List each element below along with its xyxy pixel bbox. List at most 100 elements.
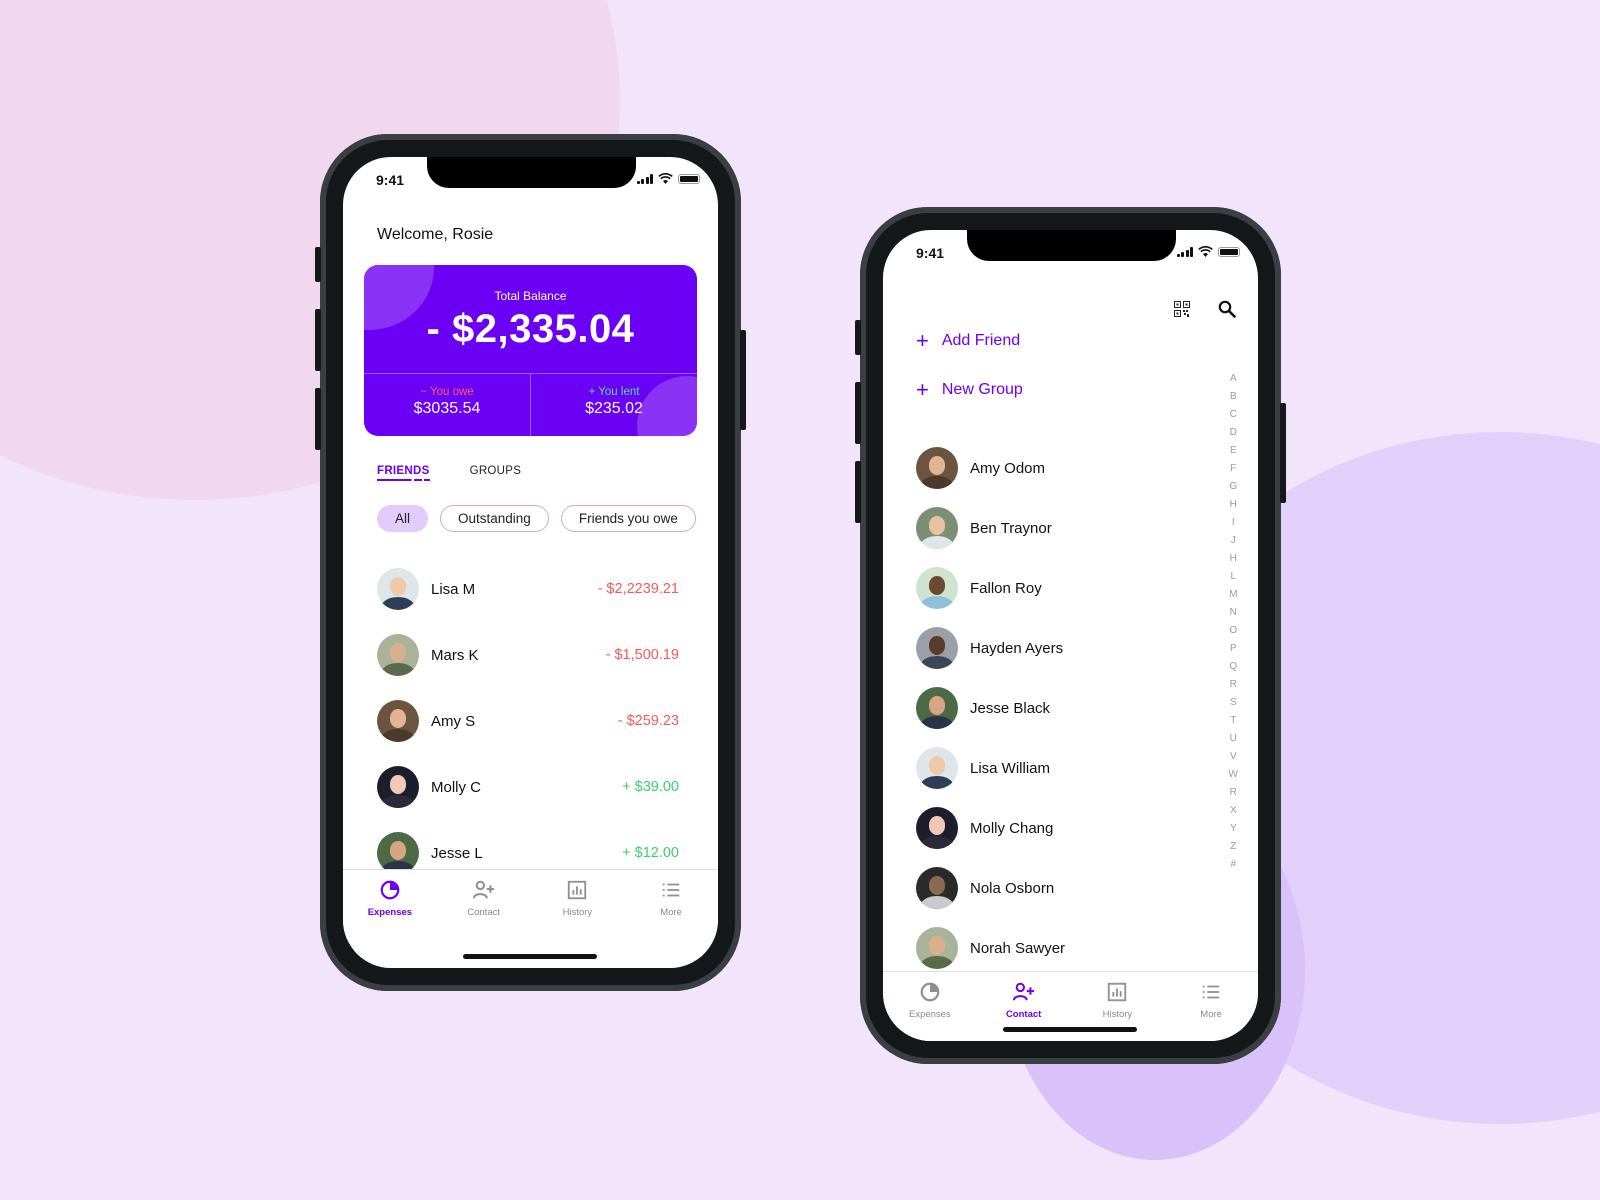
pie-chart-icon: [378, 879, 402, 907]
contact-list: Amy Odom Ben Traynor Fallon Roy Hayden A…: [916, 438, 1065, 978]
you-owe-section[interactable]: − You owe $3035.54: [364, 374, 530, 436]
phone-volume-up: [315, 309, 321, 371]
contact-row[interactable]: Nola Osborn: [916, 858, 1065, 918]
friend-balance: + $39.00: [622, 779, 679, 795]
alphabet-index-letter[interactable]: S: [1230, 694, 1237, 712]
you-lent-amount: $235.02: [585, 400, 643, 417]
add-friend-button[interactable]: + Add Friend: [916, 330, 1020, 352]
avatar[interactable]: [377, 832, 419, 874]
avatar[interactable]: [916, 867, 958, 909]
tab-more[interactable]: More: [1164, 972, 1258, 1041]
list-icon: [659, 879, 683, 907]
avatar[interactable]: [916, 507, 958, 549]
alphabet-index-letter[interactable]: P: [1230, 640, 1237, 658]
tab-expenses[interactable]: Expenses: [343, 870, 437, 939]
phone-contacts: 9:41 + Add Friend + New Group Amy Odom B…: [855, 207, 1286, 1064]
home-indicator[interactable]: [1003, 1027, 1137, 1032]
avatar[interactable]: [916, 447, 958, 489]
alphabet-index-letter[interactable]: C: [1230, 406, 1237, 424]
pie-chart-icon: [918, 981, 942, 1009]
alphabet-index-letter[interactable]: Z: [1230, 838, 1236, 856]
filter-friends-you-owe[interactable]: Friends you owe: [560, 505, 696, 532]
friend-row[interactable]: Molly C + $39.00: [377, 754, 679, 820]
tab-history[interactable]: History: [531, 870, 625, 939]
contact-name: Molly Chang: [970, 819, 1054, 837]
home-indicator[interactable]: [463, 954, 597, 959]
you-lent-section[interactable]: + You lent $235.02: [530, 374, 697, 436]
balance-card[interactable]: Total Balance - $2,335.04 − You owe $303…: [364, 265, 697, 436]
alphabet-index-letter[interactable]: J: [1231, 532, 1236, 550]
avatar[interactable]: [377, 568, 419, 610]
filter-chips: All Outstanding Friends you owe: [377, 505, 696, 532]
contact-name: Hayden Ayers: [970, 639, 1064, 657]
alphabet-index-letter[interactable]: A: [1230, 370, 1237, 388]
alphabet-index-letter[interactable]: L: [1230, 568, 1236, 586]
avatar[interactable]: [377, 766, 419, 808]
contact-row[interactable]: Ben Traynor: [916, 498, 1065, 558]
alphabet-index-letter[interactable]: B: [1230, 388, 1237, 406]
new-group-button[interactable]: + New Group: [916, 379, 1023, 401]
alphabet-index-letter[interactable]: I: [1232, 514, 1235, 532]
contact-row[interactable]: Hayden Ayers: [916, 618, 1065, 678]
tab-groups[interactable]: GROUPS: [470, 465, 522, 481]
alphabet-index-letter[interactable]: H: [1230, 496, 1237, 514]
battery-icon: [678, 173, 700, 184]
friend-row[interactable]: Mars K - $1,500.19: [377, 622, 679, 688]
tab-more[interactable]: More: [624, 870, 718, 939]
alphabet-index-letter[interactable]: G: [1229, 478, 1237, 496]
alphabet-index-letter[interactable]: H: [1230, 550, 1237, 568]
status-icons: [636, 173, 700, 184]
alphabet-index-letter[interactable]: M: [1229, 586, 1237, 604]
you-lent-label: + You lent: [588, 386, 640, 398]
contact-row[interactable]: Norah Sawyer: [916, 918, 1065, 978]
avatar[interactable]: [916, 567, 958, 609]
alphabet-index-letter[interactable]: U: [1230, 730, 1237, 748]
alphabet-index-letter[interactable]: R: [1230, 784, 1237, 802]
avatar[interactable]: [916, 687, 958, 729]
friend-row[interactable]: Amy S - $259.23: [377, 688, 679, 754]
tab-contact[interactable]: Contact: [437, 870, 531, 939]
alphabet-index-letter[interactable]: T: [1230, 712, 1236, 730]
contact-row[interactable]: Molly Chang: [916, 798, 1065, 858]
list-icon: [1199, 981, 1223, 1009]
avatar[interactable]: [916, 807, 958, 849]
contact-row[interactable]: Jesse Black: [916, 678, 1065, 738]
screen-contacts: 9:41 + Add Friend + New Group Amy Odom B…: [883, 230, 1258, 1041]
filter-all[interactable]: All: [377, 505, 429, 532]
contact-row[interactable]: Fallon Roy: [916, 558, 1065, 618]
search-icon[interactable]: [1218, 300, 1236, 318]
avatar[interactable]: [916, 627, 958, 669]
alphabet-index-letter[interactable]: #: [1230, 856, 1236, 874]
status-time: 9:41: [916, 245, 945, 261]
avatar[interactable]: [916, 927, 958, 969]
tab-friends[interactable]: FRIENDS: [377, 465, 430, 481]
tab-expenses[interactable]: Expenses: [883, 972, 977, 1041]
alphabet-index-letter[interactable]: W: [1229, 766, 1238, 784]
alphabet-index-letter[interactable]: O: [1229, 622, 1237, 640]
contact-row[interactable]: Lisa William: [916, 738, 1065, 798]
filter-outstanding[interactable]: Outstanding: [440, 505, 549, 532]
notch: [427, 157, 636, 188]
contact-name: Jesse Black: [970, 699, 1051, 717]
alphabet-index-letter[interactable]: E: [1230, 442, 1237, 460]
alphabet-index-letter[interactable]: N: [1230, 604, 1237, 622]
alphabet-index-letter[interactable]: X: [1230, 802, 1237, 820]
avatar[interactable]: [377, 634, 419, 676]
alphabet-index-letter[interactable]: D: [1230, 424, 1237, 442]
phone-mute-switch: [315, 247, 321, 282]
screen-expenses: 9:41 Welcome, Rosie Total Balance - $2,3…: [343, 157, 718, 968]
avatar[interactable]: [916, 747, 958, 789]
friend-row[interactable]: Lisa M - $2,2239.21: [377, 556, 679, 622]
alphabet-index-letter[interactable]: V: [1230, 748, 1237, 766]
tab-label: More: [1200, 1009, 1222, 1020]
alphabet-index-letter[interactable]: F: [1230, 460, 1236, 478]
avatar[interactable]: [377, 700, 419, 742]
contact-row[interactable]: Amy Odom: [916, 438, 1065, 498]
alphabet-index[interactable]: A B C D E F G H I J H L M N O P Q R S T U V W R X Y Z #: [1229, 370, 1238, 874]
phone-volume-down: [315, 388, 321, 450]
qr-code-icon[interactable]: [1174, 301, 1190, 317]
alphabet-index-letter[interactable]: Y: [1230, 820, 1237, 838]
tab-label: Expenses: [909, 1009, 951, 1020]
alphabet-index-letter[interactable]: R: [1230, 676, 1237, 694]
alphabet-index-letter[interactable]: Q: [1229, 658, 1237, 676]
